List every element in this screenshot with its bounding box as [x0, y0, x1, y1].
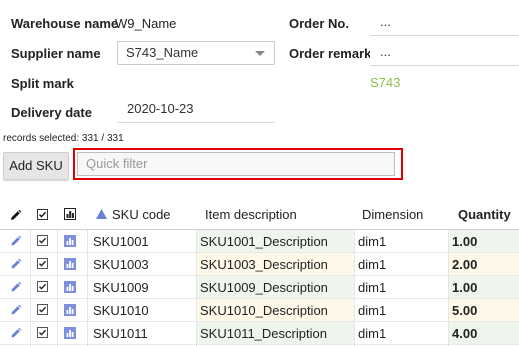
- cell-quantity: 2.00: [452, 257, 478, 272]
- delivery-date-value: 2020-10-23: [127, 101, 194, 116]
- cell-quantity: 4.00: [452, 326, 478, 341]
- row-divider: [0, 344, 519, 345]
- quick-filter-box: [77, 152, 395, 176]
- cell-description: SKU1011_Description: [200, 326, 327, 341]
- add-sku-button[interactable]: Add SKU: [3, 152, 69, 180]
- pencil-icon[interactable]: [10, 304, 22, 316]
- column-header-sku[interactable]: SKU code: [112, 202, 171, 228]
- cell-quantity: 1.00: [452, 234, 478, 249]
- column-header-dimension[interactable]: Dimension: [362, 202, 423, 228]
- chart-icon[interactable]: [64, 304, 76, 316]
- chevron-down-icon: [255, 51, 265, 56]
- supplier-select-value: S743_Name: [126, 45, 199, 60]
- cell-sku: SKU1003: [93, 257, 149, 272]
- chart-icon[interactable]: [64, 327, 76, 339]
- checkbox-icon[interactable]: [37, 281, 48, 292]
- table-row[interactable]: SKU1009 SKU1009_Description dim1 1.00: [0, 276, 519, 299]
- warehouse-label: Warehouse name: [11, 16, 119, 31]
- cell-description: SKU1010_Description: [200, 303, 328, 318]
- delivery-date-field[interactable]: 2020-10-23: [117, 97, 275, 123]
- column-header-description[interactable]: Item description: [205, 202, 297, 228]
- records-selected-count: records selected: 331 / 331: [3, 133, 124, 144]
- cell-dimension: dim1: [358, 303, 387, 318]
- order-no-value: ...: [380, 14, 391, 29]
- sort-asc-icon[interactable]: [96, 209, 107, 219]
- pencil-icon[interactable]: [10, 235, 22, 247]
- cell-description: SKU1001_Description: [200, 234, 328, 249]
- table-row[interactable]: SKU1003 SKU1003_Description dim1 2.00: [0, 253, 519, 276]
- split-mark-label: Split mark: [11, 76, 74, 91]
- table-row[interactable]: SKU1001 SKU1001_Description dim1 1.00: [0, 230, 519, 253]
- supplier-select[interactable]: S743_Name: [117, 41, 275, 65]
- chart-icon[interactable]: [64, 258, 76, 270]
- column-divider: [30, 230, 31, 346]
- cell-description: SKU1003_Description: [200, 257, 328, 272]
- cell-sku: SKU1011: [93, 326, 148, 341]
- cell-sku: SKU1009: [93, 280, 149, 295]
- cell-dimension: dim1: [358, 257, 387, 272]
- order-no-field[interactable]: ...: [370, 10, 519, 36]
- cell-dimension: dim1: [358, 326, 387, 341]
- column-header-quantity[interactable]: Quantity: [458, 202, 511, 228]
- pencil-icon[interactable]: [10, 327, 22, 339]
- column-divider: [354, 230, 355, 346]
- supplier-label: Supplier name: [11, 46, 101, 61]
- checkbox-icon[interactable]: [37, 235, 48, 246]
- cell-quantity: 5.00: [452, 303, 478, 318]
- pencil-icon[interactable]: [9, 209, 22, 222]
- order-remark-field[interactable]: ...: [370, 40, 519, 66]
- column-divider: [196, 230, 197, 346]
- chart-icon[interactable]: [64, 208, 76, 220]
- cell-dimension: dim1: [358, 280, 387, 295]
- quick-filter-input[interactable]: [86, 156, 394, 171]
- checkbox-icon[interactable]: [37, 258, 48, 269]
- checkbox-icon[interactable]: [37, 304, 48, 315]
- delivery-date-label: Delivery date: [11, 105, 92, 120]
- order-remark-label: Order remark: [289, 46, 372, 61]
- pencil-icon[interactable]: [10, 281, 22, 293]
- warehouse-value: W9_Name: [115, 16, 177, 31]
- checkbox-icon[interactable]: [37, 209, 48, 220]
- order-remark-value: ...: [380, 44, 391, 59]
- cell-sku: SKU1010: [93, 303, 149, 318]
- column-divider: [57, 230, 58, 346]
- cell-dimension: dim1: [358, 234, 387, 249]
- table-row[interactable]: SKU1011 SKU1011_Description dim1 4.00: [0, 322, 519, 345]
- chart-icon[interactable]: [64, 281, 76, 293]
- order-no-label: Order No.: [289, 16, 349, 31]
- pencil-icon[interactable]: [10, 258, 22, 270]
- checkbox-icon[interactable]: [37, 327, 48, 338]
- cell-sku: SKU1001: [93, 234, 149, 249]
- column-divider: [87, 230, 88, 346]
- cell-description: SKU1009_Description: [200, 280, 328, 295]
- column-divider: [448, 230, 449, 346]
- cell-quantity: 1.00: [452, 280, 478, 295]
- supplier-code: S743: [370, 75, 401, 90]
- table-row[interactable]: SKU1010 SKU1010_Description dim1 5.00: [0, 299, 519, 322]
- chart-icon[interactable]: [64, 235, 76, 247]
